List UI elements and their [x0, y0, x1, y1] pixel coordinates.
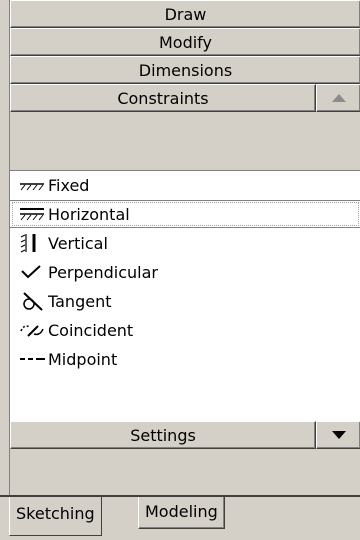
chevron-up-icon	[331, 94, 346, 102]
list-item-horizontal[interactable]: Horizontal	[10, 200, 360, 228]
vertical-icon	[18, 233, 46, 253]
list-item-label: Midpoint	[48, 349, 118, 369]
horizontal-icon	[18, 204, 46, 224]
list-item-label: Tangent	[48, 291, 112, 311]
list-item-label: Vertical	[48, 233, 108, 253]
coincident-icon	[18, 320, 46, 340]
list-item-midpoint[interactable]: Midpoint	[10, 345, 360, 373]
midpoint-icon	[18, 349, 46, 369]
list-item-label: Perpendicular	[48, 262, 159, 282]
tangent-icon	[18, 291, 46, 311]
constraints-list: Fixed Horizontal Vertical Perpendicular	[10, 170, 360, 426]
list-item-perpendicular[interactable]: Perpendicular	[10, 258, 360, 286]
list-item-label: Coincident	[48, 320, 134, 340]
list-item-fixed[interactable]: Fixed	[10, 171, 360, 199]
section-header-draw[interactable]: Draw	[10, 0, 360, 28]
list-item-coincident[interactable]: Coincident	[10, 316, 360, 344]
perpendicular-icon	[18, 262, 46, 282]
list-item-label: Fixed	[48, 175, 90, 195]
toolbox-panel: Draw Modify Dimensions Constraints Fixed…	[9, 0, 360, 495]
tab-sketching[interactable]: Sketching	[9, 497, 102, 536]
list-item-label: Horizontal	[48, 204, 130, 224]
scroll-up-button[interactable]	[316, 84, 360, 112]
section-header-modify[interactable]: Modify	[10, 28, 360, 56]
section-header-constraints[interactable]: Constraints	[10, 84, 316, 112]
sketch-toolbox: Draw Modify Dimensions Constraints Fixed…	[0, 0, 360, 540]
scroll-down-button[interactable]	[316, 421, 360, 449]
fixed-icon	[18, 175, 46, 195]
chevron-down-icon	[331, 431, 346, 439]
section-header-settings[interactable]: Settings	[10, 421, 316, 449]
section-header-dimensions[interactable]: Dimensions	[10, 56, 360, 84]
mode-tabs: Sketching Modeling	[0, 497, 360, 540]
list-item-vertical[interactable]: Vertical	[10, 229, 360, 257]
list-item-tangent[interactable]: Tangent	[10, 287, 360, 315]
tab-modeling[interactable]: Modeling	[138, 497, 225, 529]
